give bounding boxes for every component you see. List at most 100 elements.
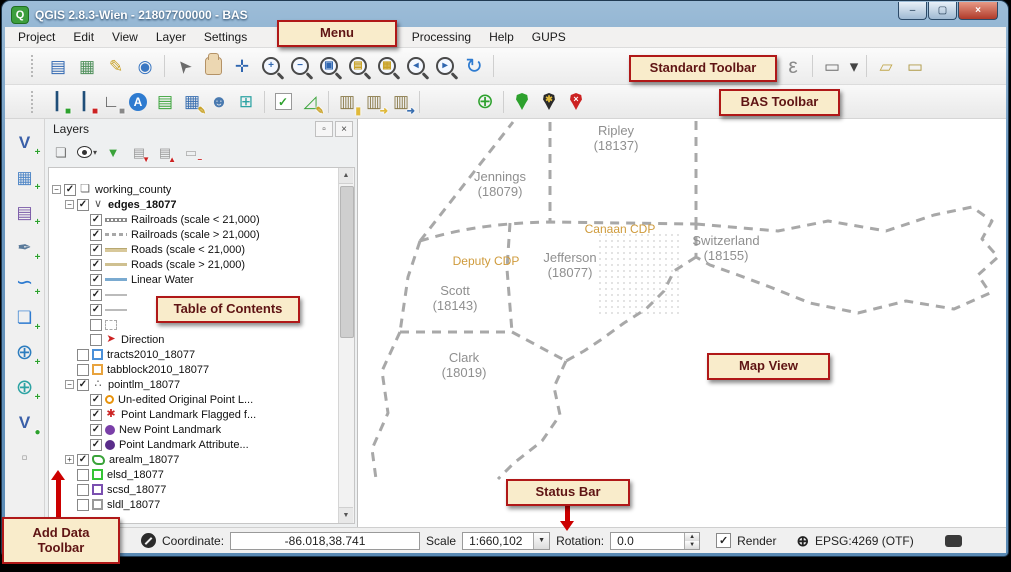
add-spatialite-layer-icon[interactable]: ✒+ — [11, 234, 39, 260]
layer-row[interactable]: +✓arealm_18077 — [49, 452, 339, 467]
render-checkbox[interactable]: ✓ — [716, 533, 731, 548]
add-feature-icon[interactable]: ⊕ — [473, 90, 497, 114]
layer-checkbox[interactable]: ✓ — [90, 274, 102, 286]
toolbar-drag-handle[interactable] — [31, 91, 37, 113]
layer-checkbox[interactable] — [90, 319, 102, 331]
panel-close-button[interactable]: × — [335, 121, 353, 137]
layer-row[interactable]: ✓Un-edited Original Point L... — [49, 392, 339, 407]
layer-checkbox[interactable]: ✓ — [90, 229, 102, 241]
layer-row[interactable]: scsd_18077 — [49, 482, 339, 497]
zoom-to-selection-icon[interactable]: ▦ — [374, 53, 400, 79]
layer-checkbox[interactable]: ✓ — [90, 289, 102, 301]
pan-to-selection-icon[interactable]: ✛ — [229, 53, 255, 79]
add-wcs-layer-icon[interactable]: ⊕+ — [11, 374, 39, 400]
layers-panel-header[interactable]: Layers ▫ × — [45, 119, 357, 139]
topology-icon[interactable]: ⊞ — [234, 90, 258, 114]
layer-row[interactable]: tracts2010_18077 — [49, 347, 339, 362]
scale-dropdown-icon[interactable]: ▼ — [533, 533, 549, 549]
add-database-layer-icon[interactable]: ▤+ — [11, 199, 39, 225]
layer-checkbox[interactable] — [77, 349, 89, 361]
select-cursor-icon[interactable]: ➤ — [171, 53, 197, 79]
refresh-icon[interactable]: ↻ — [461, 53, 487, 79]
crs-label[interactable]: EPSG:4269 (OTF) — [815, 534, 914, 548]
node-tool-icon[interactable]: ∟■ — [99, 90, 123, 114]
layer-checkbox[interactable] — [77, 469, 89, 481]
tree-expander[interactable]: − — [52, 185, 61, 194]
layer-row[interactable]: ✓Roads (scale > 21,000) — [49, 257, 339, 272]
measure-dropdown-icon[interactable]: ▾ — [848, 53, 860, 79]
layer-checkbox[interactable]: ✓ — [90, 244, 102, 256]
rotation-up-button[interactable]: ▲ — [685, 533, 699, 541]
marker-green-icon[interactable] — [510, 90, 534, 114]
coordinate-input[interactable]: -86.018,38.741 — [230, 532, 420, 550]
layer-checkbox[interactable]: ✓ — [90, 439, 102, 451]
layer-row[interactable]: ✓Linear Water — [49, 272, 339, 287]
tree-expander[interactable]: − — [65, 380, 74, 389]
layer-checkbox[interactable]: ✓ — [90, 394, 102, 406]
review-changes-icon[interactable]: ✓ — [271, 90, 295, 114]
menu-item-edit[interactable]: Edit — [64, 28, 103, 46]
zoom-next-icon[interactable]: ▸ — [432, 53, 458, 79]
layer-checkbox[interactable] — [77, 364, 89, 376]
layer-row[interactable]: −✓❏working_county — [49, 182, 339, 197]
layer-checkbox[interactable] — [77, 484, 89, 496]
filter-legend-icon[interactable]: ▼ — [103, 142, 123, 162]
layer-row[interactable]: ✓New Point Landmark — [49, 422, 339, 437]
panel-float-button[interactable]: ▫ — [315, 121, 333, 137]
menu-item-help[interactable]: Help — [480, 28, 523, 46]
layer-checkbox[interactable]: ✓ — [90, 424, 102, 436]
layer-checkbox[interactable]: ✓ — [90, 304, 102, 316]
add-group-icon[interactable]: ❏ — [51, 142, 71, 162]
map-view[interactable]: Ripley (18137) Jennings (18079) Switzerl… — [358, 119, 1006, 527]
layer-row[interactable]: sldl_18077 — [49, 497, 339, 512]
save-as-icon[interactable]: ▦ — [74, 53, 100, 79]
collapse-all-icon[interactable]: ▤▲ — [155, 142, 175, 162]
remove-layer-icon[interactable]: ▭− — [181, 142, 201, 162]
rotation-down-button[interactable]: ▼ — [685, 541, 699, 549]
add-oracle-layer-icon[interactable]: ❏+ — [11, 304, 39, 330]
maximize-button[interactable]: ▢ — [928, 2, 957, 20]
composer-manager-icon[interactable]: ▭ — [902, 53, 928, 79]
add-postgis-layer-icon[interactable]: ∽+ — [11, 269, 39, 295]
layer-checkbox[interactable]: ✓ — [90, 409, 102, 421]
statistics-icon[interactable]: ε — [780, 53, 806, 79]
share-zip-icon[interactable]: ▥➜ — [389, 90, 413, 114]
tree-expander[interactable]: − — [65, 200, 74, 209]
scroll-thumb[interactable] — [340, 186, 354, 338]
import-zip-icon[interactable]: ▥▮ — [335, 90, 359, 114]
marker-flag-icon[interactable]: ✱ — [537, 90, 561, 114]
zoom-in-icon[interactable]: + — [258, 53, 284, 79]
layer-row[interactable]: −✓∨edges_18077 — [49, 197, 339, 212]
zoom-to-layer-icon[interactable]: ▤ — [345, 53, 371, 79]
new-composer-icon[interactable]: ▱ — [873, 53, 899, 79]
menu-item-processing[interactable]: Processing — [403, 28, 480, 46]
export-zip-icon[interactable]: ▥➜ — [362, 90, 386, 114]
label-icon[interactable]: A — [126, 90, 150, 114]
layer-checkbox[interactable]: ✓ — [64, 184, 76, 196]
marker-delete-icon[interactable]: × — [564, 90, 588, 114]
toolbar-drag-handle[interactable] — [31, 55, 37, 77]
layer-row[interactable]: ✓Point Landmark Attribute... — [49, 437, 339, 452]
open-form-icon[interactable]: ▤ — [153, 90, 177, 114]
layer-row[interactable]: ✓Roads (scale < 21,000) — [49, 242, 339, 257]
minimize-button[interactable]: – — [898, 2, 927, 20]
scroll-up-button[interactable]: ▲ — [339, 168, 353, 184]
layer-row[interactable]: ➤Direction — [49, 332, 339, 347]
layer-checkbox[interactable] — [90, 334, 102, 346]
layer-row[interactable]: ✓✱Point Landmark Flagged f... — [49, 407, 339, 422]
pan-map-icon[interactable] — [200, 53, 226, 79]
scroll-down-button[interactable]: ▼ — [339, 507, 353, 523]
map-canvas[interactable]: Ripley (18137) Jennings (18079) Switzerl… — [358, 119, 1006, 527]
crs-globe-icon[interactable]: ⊕ — [796, 532, 809, 550]
measure-icon[interactable]: ▭ — [819, 53, 845, 79]
close-button[interactable]: × — [958, 2, 998, 20]
save-icon[interactable]: ▤ — [45, 53, 71, 79]
layer-row[interactable]: elsd_18077 — [49, 467, 339, 482]
zoom-last-icon[interactable]: ◂ — [403, 53, 429, 79]
attribute-table-icon[interactable]: ▦✎ — [180, 90, 204, 114]
rotation-spinbox[interactable]: 0.0 ▲ ▼ — [610, 532, 700, 550]
title-bar[interactable]: Q QGIS 2.8.3-Wien - 21807700000 - BAS – … — [5, 2, 1006, 27]
menu-item-view[interactable]: View — [103, 28, 147, 46]
add-raster-layer-icon[interactable]: ▦+ — [11, 164, 39, 190]
layer-row[interactable]: tabblock2010_18077 — [49, 362, 339, 377]
